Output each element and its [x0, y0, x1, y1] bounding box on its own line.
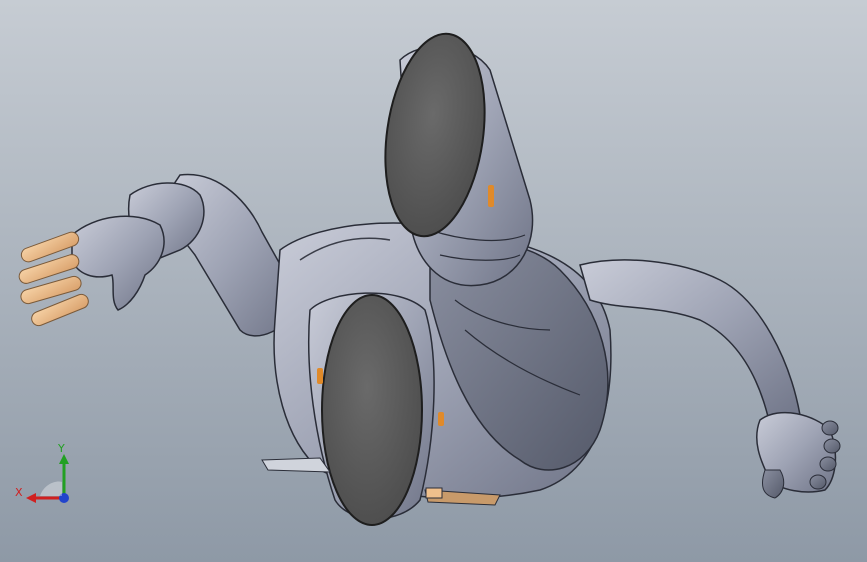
coordinate-triad: X Y [12, 440, 82, 510]
lower-leg-accent [317, 368, 323, 384]
raised-leg-accent [488, 185, 494, 207]
x-axis-arrow [26, 493, 36, 503]
model-viewport[interactable]: X Y [0, 0, 867, 562]
triad-axes [26, 454, 69, 503]
y-axis-arrow [59, 454, 69, 464]
y-axis-label: Y [58, 442, 65, 455]
x-axis-label: X [15, 486, 23, 499]
robot-model[interactable] [0, 0, 867, 562]
lower-foot-sole [321, 294, 423, 526]
